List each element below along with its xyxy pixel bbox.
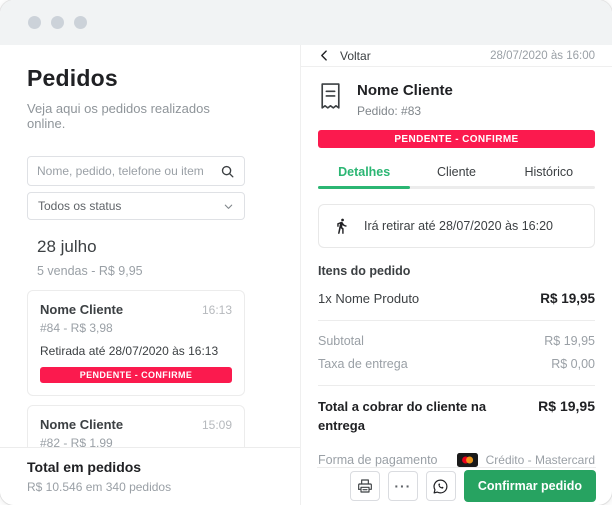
search-icon[interactable]: [220, 164, 235, 179]
receipt-icon: [318, 82, 343, 111]
client-summary: Nome Cliente Pedido: #83: [318, 82, 595, 118]
status-filter-select[interactable]: Todos os status: [27, 192, 245, 220]
payment-method-value: Crédito - Mastercard: [486, 453, 595, 467]
window-dot-icon: [28, 16, 41, 29]
subtotal-label: Subtotal: [318, 334, 364, 348]
delivery-fee-label: Taxa de entrega: [318, 357, 408, 371]
chevron-left-icon: [318, 49, 331, 62]
browser-chrome: [0, 0, 612, 45]
items-heading: Itens do pedido: [318, 264, 595, 278]
order-detail-panel: Voltar 28/07/2020 às 16:00 Nome Cliente: [301, 45, 612, 505]
item-name: 1x Nome Produto: [318, 291, 419, 306]
whatsapp-icon: [432, 478, 449, 495]
mastercard-icon: [457, 453, 478, 467]
page-subtitle: Veja aqui os pedidos realizados online.: [27, 101, 245, 131]
search-input[interactable]: [37, 164, 220, 178]
tab-detalhes[interactable]: Detalhes: [318, 157, 410, 186]
printer-icon: [357, 478, 373, 494]
divider: [318, 385, 595, 386]
order-meta: #84 - R$ 3,98: [40, 321, 232, 335]
window-dot-icon: [74, 16, 87, 29]
date-group-summary: 5 vendas - R$ 9,95: [37, 264, 245, 278]
order-time: 16:13: [202, 303, 232, 317]
tab-indicator-active: [318, 186, 410, 189]
orders-total-title: Total em pedidos: [27, 459, 274, 475]
pickup-info-box: Irá retirar até 28/07/2020 às 16:20: [318, 204, 595, 248]
summary-row-subtotal: Subtotal R$ 19,95: [318, 334, 595, 348]
back-button[interactable]: Voltar: [318, 49, 371, 63]
tab-cliente[interactable]: Cliente: [410, 157, 502, 186]
divider: [318, 320, 595, 321]
tab-indicator-track: [318, 186, 595, 189]
status-filter-value: Todos os status: [38, 199, 121, 213]
tab-historico[interactable]: Histórico: [503, 157, 595, 186]
order-status-badge[interactable]: PENDENTE - CONFIRME: [40, 367, 232, 383]
date-group-header: 28 julho 5 vendas - R$ 9,95: [27, 237, 245, 278]
order-timestamp: 28/07/2020 às 16:00: [490, 50, 595, 62]
whatsapp-button[interactable]: [426, 471, 456, 501]
order-time: 15:09: [202, 418, 232, 432]
item-price: R$ 19,95: [540, 291, 595, 306]
date-group-title: 28 julho: [37, 237, 245, 257]
order-client-name: Nome Cliente: [40, 417, 123, 432]
detail-tabs: Detalhes Cliente Histórico: [318, 157, 595, 186]
orders-list-panel: Pedidos Veja aqui os pedidos realizados …: [0, 45, 301, 505]
payment-label: Forma de pagamento: [318, 453, 438, 467]
summary-row-delivery-fee: Taxa de entrega R$ 0,00: [318, 357, 595, 371]
back-label: Voltar: [340, 49, 371, 63]
search-box[interactable]: [27, 156, 245, 186]
order-client-name: Nome Cliente: [40, 302, 123, 317]
page-title: Pedidos: [27, 65, 245, 92]
subtotal-value: R$ 19,95: [544, 334, 595, 348]
payment-row: Forma de pagamento Crédito - Mastercard: [318, 453, 595, 467]
window-dot-icon: [51, 16, 64, 29]
delivery-fee-value: R$ 0,00: [551, 357, 595, 371]
confirm-order-button[interactable]: Confirmar pedido: [464, 470, 596, 502]
app-window: Pedidos Veja aqui os pedidos realizados …: [0, 0, 612, 505]
order-id: Pedido: #83: [357, 104, 453, 118]
order-item-row: 1x Nome Produto R$ 19,95: [318, 291, 595, 306]
detail-header: Voltar 28/07/2020 às 16:00: [301, 45, 612, 67]
client-name: Nome Cliente: [357, 82, 453, 99]
walking-person-icon: [333, 216, 350, 236]
order-card[interactable]: Nome Cliente 16:13 #84 - R$ 3,98 Retirad…: [27, 290, 245, 396]
detail-actions-footer: ··· Confirmar pedido: [317, 467, 596, 505]
total-value: R$ 19,95: [538, 398, 595, 414]
order-status-banner[interactable]: PENDENTE - CONFIRME: [318, 130, 595, 148]
orders-total-footer: Total em pedidos R$ 10.546 em 340 pedido…: [0, 447, 301, 505]
order-due-text: Retirada até 28/07/2020 às 16:13: [40, 344, 232, 358]
chevron-down-icon: [223, 201, 234, 212]
pickup-note: Irá retirar até 28/07/2020 às 16:20: [364, 219, 553, 233]
ellipsis-icon: ···: [394, 479, 411, 493]
total-label: Total a cobrar do cliente na entrega: [318, 398, 503, 436]
orders-total-summary: R$ 10.546 em 340 pedidos: [27, 480, 274, 494]
total-row: Total a cobrar do cliente na entrega R$ …: [318, 398, 595, 436]
more-options-button[interactable]: ···: [388, 471, 418, 501]
print-button[interactable]: [350, 471, 380, 501]
